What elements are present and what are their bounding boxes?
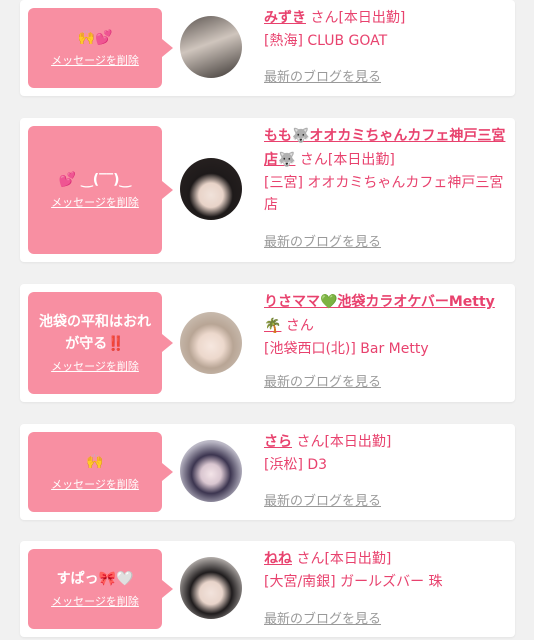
message-card: 池袋の平和はおれが守る‼️ メッセージを削除 りさママ💚池袋カラオケバーMett… xyxy=(20,284,515,402)
san-label: さん xyxy=(296,551,325,567)
shop-label: [大宮/南銀] ガールズバー 珠 xyxy=(264,574,443,590)
message-text: すぱっ🎀🤍 xyxy=(56,571,134,587)
latest-blog-link[interactable]: 最新のブログを見る xyxy=(264,69,381,87)
cast-info: もも🐺オオカミちゃんカフェ神戸三宮店🐺 さん[本日出勤] [三宮] オオカミちゃ… xyxy=(264,124,509,216)
status-label: [本日出勤] xyxy=(324,551,392,567)
message-text: 🙌💕 xyxy=(77,30,113,46)
cast-name-link[interactable]: さら xyxy=(264,434,292,450)
message-card: 🙌 メッセージを削除 さら さん[本日出勤] [浜松] D3 最新のブログを見る xyxy=(20,424,515,520)
message-bubble: 💕 ‿(‾‾)‿ メッセージを削除 xyxy=(28,126,173,254)
avatar[interactable] xyxy=(180,557,242,619)
shop-label: [三宮] オオカミちゃんカフェ神戸三宮店 xyxy=(264,175,504,213)
latest-blog-link[interactable]: 最新のブログを見る xyxy=(264,611,381,629)
shop-label: [池袋西口(北)] Bar Metty xyxy=(264,341,429,357)
avatar[interactable] xyxy=(180,16,242,78)
message-text: 💕 ‿(‾‾)‿ xyxy=(58,172,132,188)
latest-blog-link[interactable]: 最新のブログを見る xyxy=(264,234,381,252)
avatar[interactable] xyxy=(180,440,242,502)
san-label: さん xyxy=(310,10,339,26)
message-card: 💕 ‿(‾‾)‿ メッセージを削除 もも🐺オオカミちゃんカフェ神戸三宮店🐺 さん… xyxy=(20,118,515,262)
avatar[interactable] xyxy=(180,312,242,374)
message-bubble: 🙌💕 メッセージを削除 xyxy=(28,8,173,88)
message-text: 池袋の平和はおれが守る‼️ xyxy=(39,314,151,352)
cast-info: ねね さん[本日出勤] [大宮/南銀] ガールズバー 珠 xyxy=(264,547,509,593)
message-bubble: 🙌 メッセージを削除 xyxy=(28,432,173,512)
cast-name-link[interactable]: みずき xyxy=(264,10,306,26)
message-card: 🙌💕 メッセージを削除 みずき さん[本日出勤] [熱海] CLUB GOAT … xyxy=(20,0,515,96)
message-bubble: すぱっ🎀🤍 メッセージを削除 xyxy=(28,549,173,629)
status-label: [本日出勤] xyxy=(338,10,406,26)
shop-label: [浜松] D3 xyxy=(264,457,328,473)
avatar[interactable] xyxy=(180,158,242,220)
san-label: さん xyxy=(299,152,328,168)
latest-blog-link[interactable]: 最新のブログを見る xyxy=(264,374,381,392)
message-text: 🙌 xyxy=(86,454,104,470)
san-label: さん xyxy=(285,318,314,334)
delete-message-link[interactable]: メッセージを削除 xyxy=(51,594,139,610)
shop-label: [熱海] CLUB GOAT xyxy=(264,33,388,49)
latest-blog-link[interactable]: 最新のブログを見る xyxy=(264,493,381,511)
status-label: [本日出勤] xyxy=(324,434,392,450)
status-label: [本日出勤] xyxy=(327,152,395,168)
cast-info: みずき さん[本日出勤] [熱海] CLUB GOAT xyxy=(264,6,509,52)
cast-info: りさママ💚池袋カラオケバーMetty🌴 さん [池袋西口(北)] Bar Met… xyxy=(264,290,509,360)
delete-message-link[interactable]: メッセージを削除 xyxy=(51,359,139,375)
cast-name-link[interactable]: ねね xyxy=(264,551,292,567)
cast-info: さら さん[本日出勤] [浜松] D3 xyxy=(264,430,509,476)
delete-message-link[interactable]: メッセージを削除 xyxy=(51,53,139,69)
delete-message-link[interactable]: メッセージを削除 xyxy=(51,477,139,493)
san-label: さん xyxy=(296,434,325,450)
message-bubble: 池袋の平和はおれが守る‼️ メッセージを削除 xyxy=(28,292,173,394)
message-card: すぱっ🎀🤍 メッセージを削除 ねね さん[本日出勤] [大宮/南銀] ガールズバ… xyxy=(20,541,515,637)
delete-message-link[interactable]: メッセージを削除 xyxy=(51,195,139,211)
